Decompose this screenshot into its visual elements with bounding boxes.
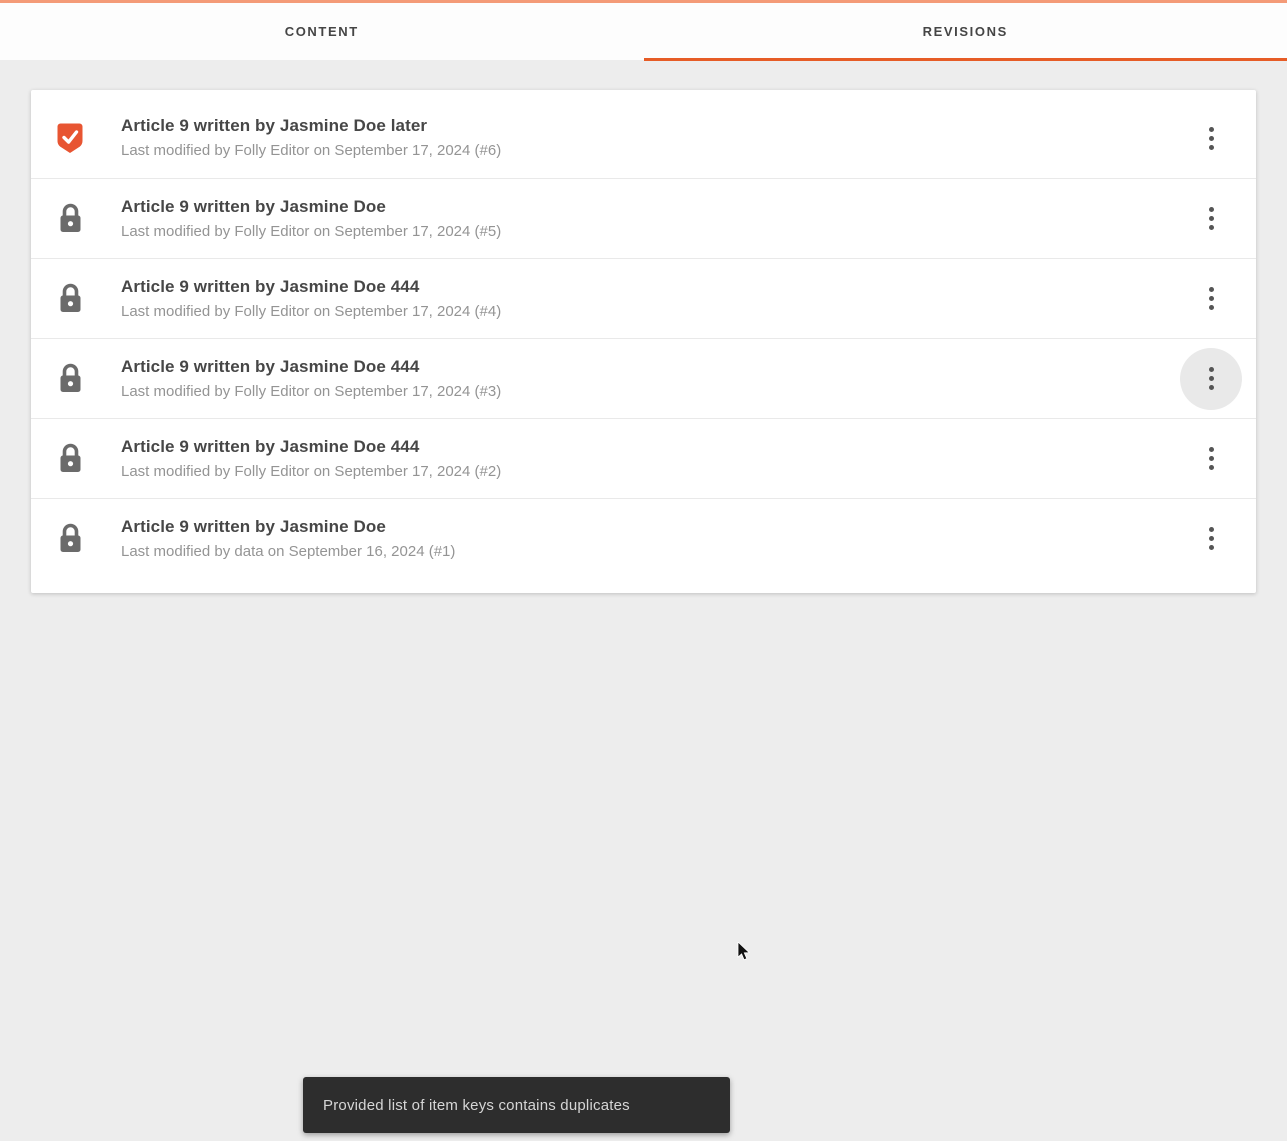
kebab-menu-button[interactable]	[1180, 508, 1242, 570]
revision-texts: Article 9 written by Jasmine Doe 444 Las…	[121, 436, 501, 482]
revision-title: Article 9 written by Jasmine Doe later	[121, 116, 428, 135]
revision-meta: Last modified by Folly Editor on Septemb…	[121, 302, 502, 320]
revision-texts: Article 9 written by Jasmine Doe 444 Las…	[121, 276, 501, 322]
kebab-dot	[1208, 545, 1214, 550]
revision-status-icon-wrap	[55, 363, 85, 395]
kebab-dot	[1208, 536, 1214, 541]
revision-texts: Article 9 written by Jasmine Doe 444 Las…	[121, 356, 501, 402]
revision-meta: Last modified by Folly Editor on Septemb…	[121, 142, 502, 159]
kebab-dot	[1208, 465, 1214, 470]
kebab-dot	[1208, 456, 1214, 461]
kebab-dot	[1208, 305, 1214, 310]
revision-meta: Last modified by Folly Editor on Septemb…	[121, 382, 502, 400]
kebab-dot	[1208, 144, 1214, 150]
revision-texts: Article 9 written by Jasmine Doe Last mo…	[121, 516, 455, 562]
revision-row[interactable]: Article 9 written by Jasmine Doe 444 Las…	[31, 258, 1256, 338]
revision-row[interactable]: Article 9 written by Jasmine Doe Last mo…	[31, 498, 1256, 578]
revision-list: Article 9 written by Jasmine Doe later L…	[31, 90, 1256, 593]
revision-status-icon-wrap	[55, 523, 85, 555]
kebab-dot	[1208, 447, 1214, 452]
lock-icon	[60, 443, 80, 472]
kebab-dot	[1208, 207, 1214, 212]
revision-title: Article 9 written by Jasmine Doe	[121, 516, 386, 536]
revision-texts: Article 9 written by Jasmine Doe Last mo…	[121, 196, 501, 242]
lock-icon	[60, 203, 80, 232]
revision-meta: Last modified by Folly Editor on Septemb…	[121, 222, 502, 240]
kebab-dot	[1208, 376, 1214, 381]
kebab-dot	[1208, 527, 1214, 532]
kebab-dot	[1208, 367, 1214, 372]
kebab-menu-button[interactable]	[1180, 188, 1242, 250]
revision-texts: Article 9 written by Jasmine Doe later L…	[121, 115, 501, 161]
revision-title: Article 9 written by Jasmine Doe	[121, 196, 386, 216]
tab-content[interactable]: CONTENT	[0, 3, 644, 60]
lock-icon	[60, 363, 80, 392]
revision-row[interactable]: Article 9 written by Jasmine Doe 444 Las…	[31, 418, 1256, 498]
revision-status-icon-wrap	[55, 122, 85, 154]
revision-meta: Last modified by data on September 16, 2…	[121, 542, 456, 560]
kebab-menu-button[interactable]	[1180, 347, 1242, 410]
kebab-menu-button[interactable]	[1180, 107, 1242, 169]
revision-row[interactable]: Article 9 written by Jasmine Doe 444 Las…	[31, 338, 1256, 418]
kebab-dot	[1208, 225, 1214, 230]
revision-status-icon-wrap	[55, 443, 85, 475]
revision-title: Article 9 written by Jasmine Doe 444	[121, 276, 420, 296]
lock-icon	[60, 283, 80, 312]
tab-revisions[interactable]: REVISIONS	[643, 3, 1287, 61]
kebab-menu-button[interactable]	[1180, 268, 1242, 330]
revision-meta: Last modified by Folly Editor on Septemb…	[121, 462, 502, 480]
kebab-dot	[1208, 216, 1214, 221]
kebab-dot	[1208, 135, 1214, 141]
revision-title: Article 9 written by Jasmine Doe 444	[121, 356, 420, 376]
tab-bar: CONTENT REVISIONS	[0, 0, 1287, 61]
tab-revisions-label: REVISIONS	[922, 24, 1008, 39]
toast-message: Provided list of item keys contains dupl…	[323, 1096, 630, 1114]
kebab-dot	[1208, 296, 1214, 301]
mouse-cursor	[737, 942, 751, 961]
kebab-menu-button[interactable]	[1180, 428, 1242, 490]
kebab-dot	[1208, 385, 1214, 390]
revision-title: Article 9 written by Jasmine Doe 444	[121, 436, 420, 456]
verified-shield-icon	[57, 123, 83, 153]
revision-row[interactable]: Article 9 written by Jasmine Doe Last mo…	[31, 178, 1256, 258]
revision-status-icon-wrap	[55, 203, 85, 235]
revision-status-icon-wrap	[55, 283, 85, 315]
kebab-dot	[1208, 287, 1214, 292]
lock-icon	[60, 523, 80, 552]
tab-content-label: CONTENT	[284, 24, 359, 39]
kebab-dot	[1208, 126, 1214, 132]
toast-notification: Provided list of item keys contains dupl…	[303, 1077, 730, 1133]
revision-row[interactable]: Article 9 written by Jasmine Doe later L…	[31, 98, 1256, 178]
